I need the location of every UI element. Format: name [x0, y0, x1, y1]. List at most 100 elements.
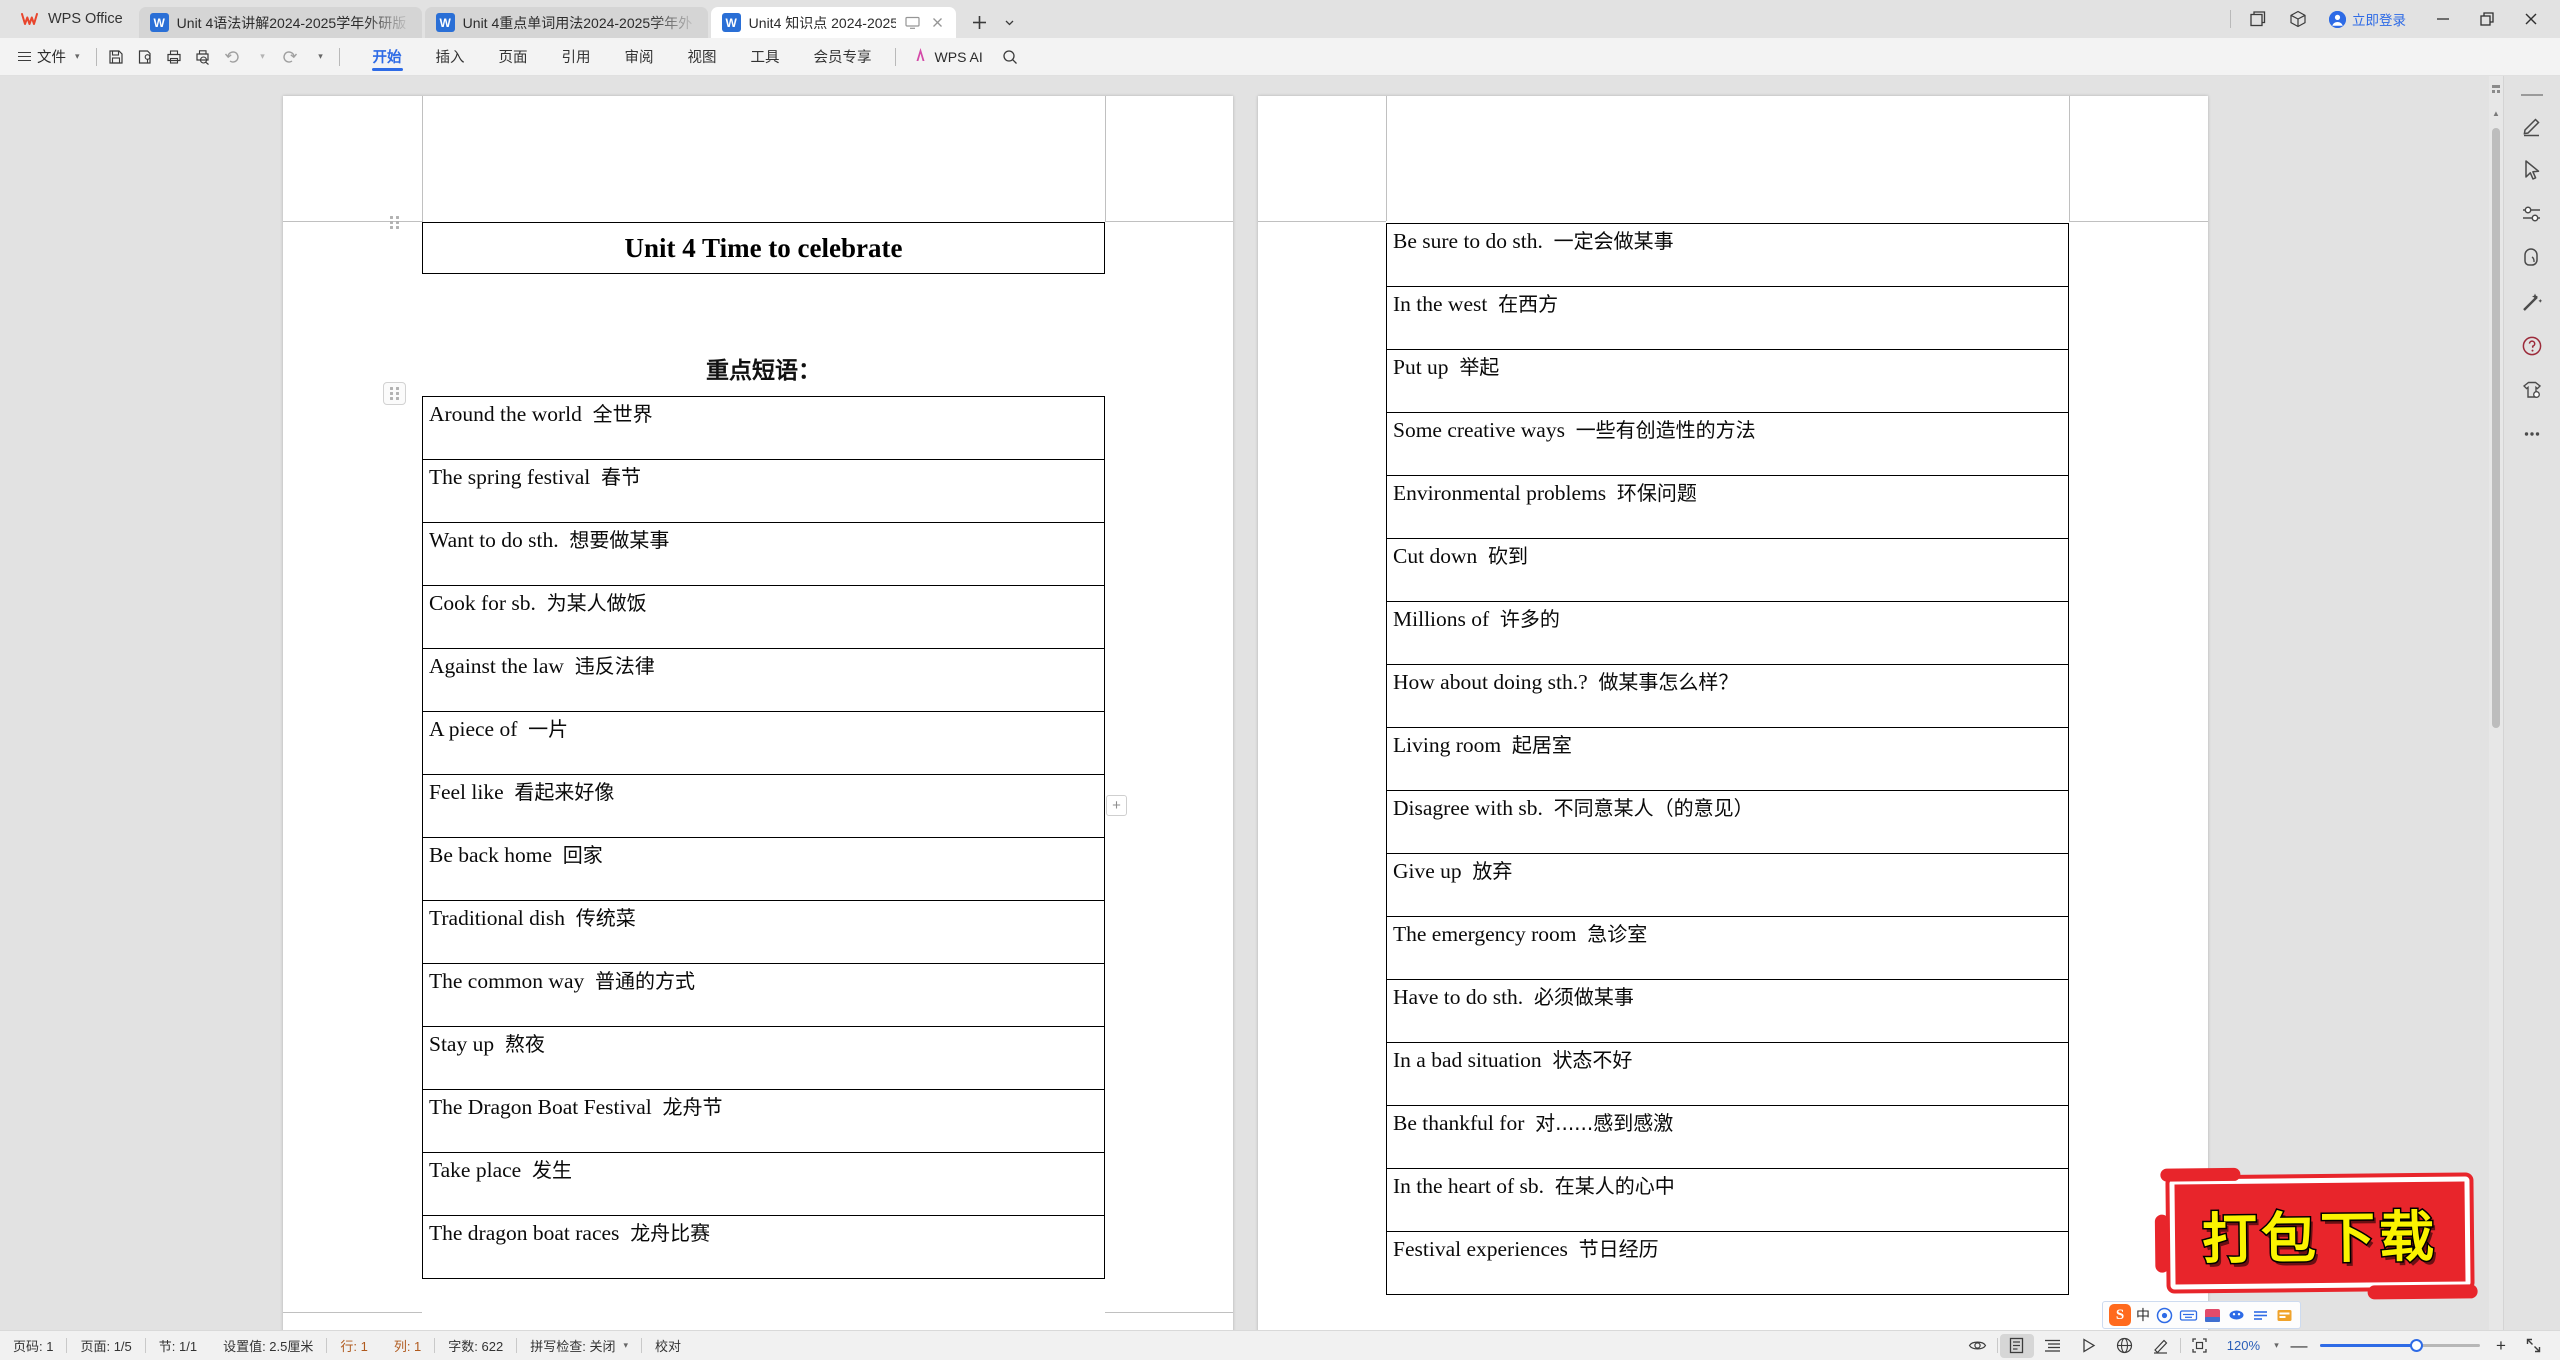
table-row[interactable]: Living room 起居室 — [1386, 727, 2069, 791]
table-cell[interactable]: Disagree with sb. 不同意某人（的意见） — [1386, 790, 2069, 854]
tab-list-chevron-down-icon[interactable] — [995, 7, 1025, 38]
table-row[interactable]: Be sure to do sth. 一定会做某事 — [1386, 223, 2069, 287]
minimize-button[interactable] — [2422, 2, 2464, 36]
fullscreen-icon[interactable] — [2516, 1334, 2550, 1358]
fit-page-icon[interactable] — [2183, 1334, 2217, 1358]
status-row[interactable]: 行: 1 — [327, 1336, 380, 1355]
table-row[interactable]: Disagree with sb. 不同意某人（的意见） — [1386, 790, 2069, 854]
status-section[interactable]: 节: 1/1 — [146, 1336, 210, 1355]
table-cell[interactable]: Have to do sth. 必须做某事 — [1386, 979, 2069, 1043]
tab-page[interactable]: 页面 — [482, 38, 545, 76]
table-row[interactable]: The common way 普通的方式 — [422, 963, 1105, 1027]
table-cell[interactable]: Festival experiences 节日经历 — [1386, 1231, 2069, 1295]
table-row[interactable]: In the west 在西方 — [1386, 286, 2069, 350]
table-cell[interactable]: In the west 在西方 — [1386, 286, 2069, 350]
ime-voice-icon[interactable] — [2227, 1306, 2246, 1325]
table-cell[interactable]: Take place 发生 — [422, 1152, 1105, 1216]
table-row[interactable]: Millions of 许多的 — [1386, 601, 2069, 665]
document-tab-1[interactable]: W Unit 4语法讲解2024-2025学年外研版 — [138, 7, 422, 38]
ime-tray[interactable]: S 中 — [2102, 1301, 2301, 1329]
table-row[interactable]: Cut down 砍到 — [1386, 538, 2069, 602]
table-cell[interactable]: The Dragon Boat Festival 龙舟节 — [422, 1089, 1105, 1153]
ime-emoji-icon[interactable] — [2203, 1306, 2222, 1325]
web-view-icon[interactable] — [2072, 1334, 2106, 1358]
pen-icon[interactable] — [2512, 106, 2552, 146]
table-cell[interactable]: The emergency room 急诊室 — [1386, 916, 2069, 980]
undo-dropdown-icon[interactable]: ▾ — [248, 43, 275, 71]
eye-icon[interactable] — [1961, 1334, 1995, 1358]
cube-icon[interactable] — [2279, 3, 2317, 35]
new-tab-button[interactable] — [965, 7, 995, 38]
globe-icon[interactable] — [2108, 1334, 2142, 1358]
hand-tool-icon[interactable] — [2512, 238, 2552, 278]
table-row[interactable]: Be thankful for 对......感到感激 — [1386, 1105, 2069, 1169]
table-cell[interactable]: A piece of 一片 — [422, 711, 1105, 775]
zoom-out-button[interactable]: — — [2286, 1334, 2312, 1358]
table-row[interactable]: Against the law 违反法律 — [422, 648, 1105, 712]
zoom-dropdown-icon[interactable]: ▾ — [2266, 1334, 2284, 1358]
document-tab-2[interactable]: W Unit 4重点单词用法2024-2025学年外 — [424, 7, 708, 38]
table-row[interactable]: In the heart of sb. 在某人的心中 — [1386, 1168, 2069, 1232]
wps-ai-button[interactable]: WPS AI — [902, 43, 993, 71]
more-icon[interactable] — [2512, 414, 2552, 454]
status-word-count[interactable]: 字数: 622 — [435, 1336, 516, 1355]
restore-button[interactable] — [2466, 2, 2508, 36]
table-cell[interactable]: Feel like 看起来好像 — [422, 774, 1105, 838]
zoom-slider-knob[interactable] — [2410, 1339, 2423, 1352]
table-move-handle[interactable] — [383, 382, 406, 405]
table-row[interactable]: Some creative ways 一些有创造性的方法 — [1386, 412, 2069, 476]
table-row[interactable]: Around the world 全世界 — [422, 396, 1105, 460]
file-menu-button[interactable]: 文件 ▾ — [0, 43, 90, 71]
tab-tools[interactable]: 工具 — [734, 38, 797, 76]
document-tab-3[interactable]: W Unit4 知识点 2024-2025学年 — [710, 7, 956, 38]
table-row[interactable]: How about doing sth.? 做某事怎么样？ — [1386, 664, 2069, 728]
shirt-template-icon[interactable] — [2512, 370, 2552, 410]
table-row[interactable]: Want to do sth. 想要做某事 — [422, 522, 1105, 586]
table-row[interactable]: Cook for sb. 为某人做饭 — [422, 585, 1105, 649]
save-icon[interactable] — [103, 43, 130, 71]
status-page-of[interactable]: 页面: 1/5 — [67, 1336, 144, 1355]
table-cell[interactable]: Traditional dish 传统菜 — [422, 900, 1105, 964]
search-icon[interactable] — [993, 42, 1027, 72]
status-setting-value[interactable]: 设置值: 2.5厘米 — [210, 1336, 326, 1355]
table-row[interactable]: The emergency room 急诊室 — [1386, 916, 2069, 980]
table-cell[interactable]: How about doing sth.? 做某事怎么样？ — [1386, 664, 2069, 728]
table-cell[interactable]: Be back home 回家 — [422, 837, 1105, 901]
save-as-icon[interactable] — [132, 43, 159, 71]
table-row[interactable]: Festival experiences 节日经历 — [1386, 1231, 2069, 1295]
document-canvas[interactable]: Unit 4 Time to celebrate 重点短语： Around th… — [0, 76, 2560, 1330]
table-cell[interactable]: Want to do sth. 想要做某事 — [422, 522, 1105, 586]
table-cell[interactable]: Put up 举起 — [1386, 349, 2069, 413]
login-button[interactable]: 立即登录 — [2323, 6, 2416, 32]
table-row[interactable]: Environmental problems 环保问题 — [1386, 475, 2069, 539]
tab-start[interactable]: 开始 — [356, 38, 419, 76]
table-cell[interactable]: Living room 起居室 — [1386, 727, 2069, 791]
tab-insert[interactable]: 插入 — [419, 38, 482, 76]
paragraph-grip[interactable] — [386, 214, 403, 231]
document-page-left[interactable]: Unit 4 Time to celebrate 重点短语： Around th… — [283, 96, 1233, 1330]
table-row[interactable]: Feel like 看起来好像 — [422, 774, 1105, 838]
undo-icon[interactable] — [219, 43, 246, 71]
redo-icon[interactable] — [277, 43, 304, 71]
ime-keyboard-icon[interactable] — [2179, 1306, 2198, 1325]
table-row[interactable]: A piece of 一片 — [422, 711, 1105, 775]
status-page-number[interactable]: 页码: 1 — [0, 1336, 66, 1355]
table-cell[interactable]: Millions of 许多的 — [1386, 601, 2069, 665]
phrase-table-right[interactable]: Be sure to do sth. 一定会做某事 In the west 在西… — [1386, 223, 2069, 1295]
document-page-right[interactable]: Be sure to do sth. 一定会做某事 In the west 在西… — [1258, 96, 2208, 1330]
table-cell[interactable]: The common way 普通的方式 — [422, 963, 1105, 1027]
brush-icon[interactable] — [2144, 1334, 2178, 1358]
close-tab-icon[interactable] — [929, 14, 946, 31]
table-cell[interactable]: Environmental problems 环保问题 — [1386, 475, 2069, 539]
outline-view-icon[interactable] — [2036, 1334, 2070, 1358]
vertical-scrollbar[interactable]: ▲ — [2489, 76, 2503, 1330]
table-row[interactable]: Be back home 回家 — [422, 837, 1105, 901]
table-row[interactable]: Stay up 熬夜 — [422, 1026, 1105, 1090]
table-row[interactable]: Traditional dish 传统菜 — [422, 900, 1105, 964]
table-cell[interactable]: Cut down 砍到 — [1386, 538, 2069, 602]
status-proofread[interactable]: 校对 — [642, 1336, 694, 1355]
table-cell[interactable]: Against the law 违反法律 — [422, 648, 1105, 712]
table-row[interactable]: The dragon boat races 龙舟比赛 — [422, 1215, 1105, 1279]
table-row[interactable]: The spring festival 春节 — [422, 459, 1105, 523]
table-cell[interactable]: Some creative ways 一些有创造性的方法 — [1386, 412, 2069, 476]
